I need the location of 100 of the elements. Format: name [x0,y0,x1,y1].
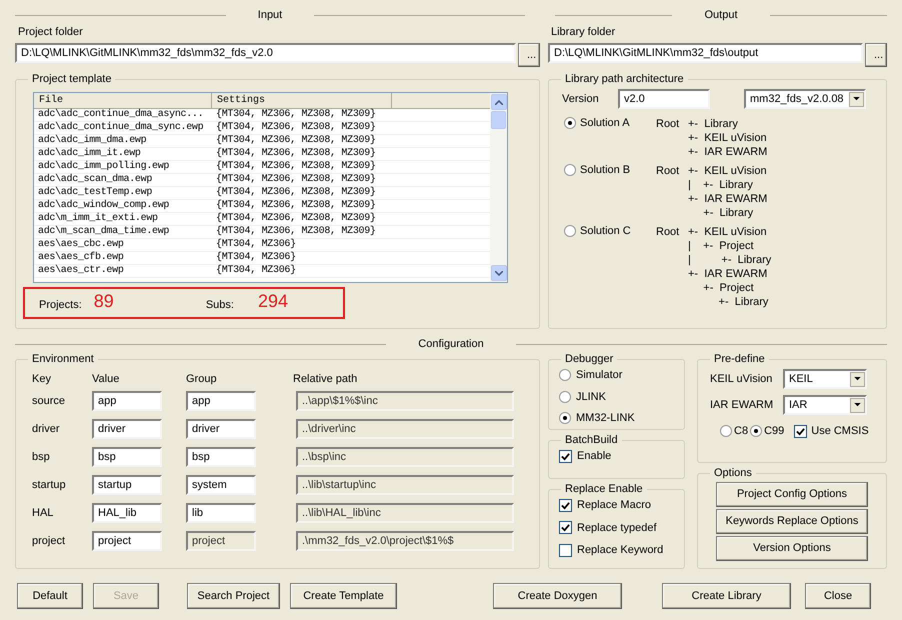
checkbox-label[interactable]: Enable [577,448,612,464]
radio-button[interactable] [750,425,762,438]
text-field[interactable]: D:\LQ\MLINK\GitMLINK\mm32_fds\output [548,43,863,63]
text-field[interactable]: startup [92,475,162,495]
text-field[interactable]: app [186,391,256,411]
tree-line: | +- Library [688,253,772,267]
table-cell-text: adc\adc_imm_dma.ewp [37,135,148,147]
button[interactable]: Close [805,583,871,609]
table-cell-text: {MT304, MZ306, MZ308, MZ309} [215,174,377,186]
scrollbar[interactable] [490,93,507,282]
text-field[interactable]: driver [186,419,256,439]
table-cell-text: aes\aes_ctr.ewp [37,265,125,277]
button[interactable]: Create Library [662,583,791,609]
checkbox-label[interactable]: Replace Macro [577,497,651,514]
button[interactable]: Default [17,583,83,609]
table-cell-text: adc\adc_imm_it.ewp [37,148,142,160]
text-field[interactable]: app [92,391,162,411]
table-cell-text: {MT304, MZ306, MZ308, MZ309} [215,187,377,199]
tree-line: +- IAR EWARM [688,192,768,206]
text-field[interactable]: ..\app\$1%$\inc [296,391,514,411]
options-button[interactable]: Project Config Options [716,482,868,507]
text-field[interactable]: D:\LQ\MLINK\GitMLINK\mm32_fds\mm32_fds_v2.0 [15,43,516,63]
dropdown-value: KEIL [788,372,814,387]
dropdown[interactable]: IAR [783,395,867,415]
dropdown[interactable]: KEIL [783,369,867,389]
button[interactable]: Create Template [290,583,397,609]
radio-label[interactable]: C99 [764,423,784,440]
group-title: Replace Enable [564,483,644,496]
group-title: Options [713,467,753,480]
button[interactable]: Create Doxygen [493,583,622,609]
text-field[interactable]: HAL_lib [92,503,162,523]
checkbox[interactable] [559,544,572,557]
table-cell-text: adc\adc_window_comp.ewp [37,200,170,212]
checkbox-label[interactable]: Replace Keyword [577,542,664,558]
section-title: Output [703,8,739,23]
table-cell-text: {MT304, MZ306, MZ308, MZ309} [215,122,377,134]
text-field[interactable]: driver [92,419,162,439]
radio-label[interactable]: Solution C [580,225,631,238]
tree-line: +- Project [702,281,755,295]
project-count: 89 [94,290,114,312]
checkbox-label[interactable]: Use CMSIS [811,423,869,440]
table-cell-text: adc\m_imm_it_exti.ewp [37,213,159,225]
count-label: Subs: [206,298,234,313]
radio-button[interactable] [720,425,732,438]
browse-button[interactable]: ... [865,43,887,67]
radio-label[interactable]: MM32-LINK [576,410,635,426]
env-key: startup [32,476,92,494]
text-field[interactable]: ..\driver\inc [296,419,514,439]
radio-label[interactable]: Solution B [580,164,630,177]
text-field[interactable]: lib [186,503,256,523]
field-label: KEIL uVision [710,372,774,387]
text-field[interactable]: ..\lib\HAL_lib\inc [296,503,514,523]
section-title: Input [256,8,284,23]
tree-line: +- KEIL uVision [688,164,768,178]
text-field[interactable]: project [92,531,162,551]
radio-label[interactable]: Simulator [576,367,622,384]
group-title: Environment [31,353,95,366]
options-button[interactable]: Version Options [716,536,868,561]
scroll-down-icon[interactable] [490,265,506,281]
table-cell-text: {MT304, MZ306, MZ308, MZ309} [215,109,377,121]
table-cell-text: adc\adc_continue_dma_sync.ewp [37,122,204,134]
radio-button[interactable] [564,164,576,176]
radio-button[interactable] [559,369,571,382]
dropdown[interactable]: mm32_fds_v2.0.08 [744,89,866,109]
group-title: Pre-define [713,353,766,366]
radio-button[interactable] [564,117,576,129]
text-field[interactable]: bsp [92,447,162,467]
text-field[interactable]: ..\bsp\inc [296,447,514,467]
text-field[interactable]: v2.0 [618,89,710,109]
scroll-thumb[interactable] [491,111,506,129]
checkbox[interactable] [559,450,572,463]
column-header: Relative path [293,372,358,387]
field-label: Version [562,92,600,107]
text-field[interactable]: ..\lib\startup\inc [296,475,514,495]
button[interactable]: Search Project [187,583,280,609]
radio-label[interactable]: JLINK [576,388,606,405]
tree-root: Root [656,225,680,240]
checkbox[interactable] [559,498,572,512]
tree-line: +- Library [702,206,754,220]
text-field[interactable]: system [186,475,256,495]
radio-label[interactable]: C8 [734,423,748,440]
checkbox[interactable] [794,424,808,438]
env-key: project [32,532,92,550]
radio-button[interactable] [564,225,576,237]
column-header[interactable]: Settings [212,93,392,108]
env-key: source [32,392,92,410]
column-header[interactable]: File [34,93,212,108]
radio-label[interactable]: Solution A [580,117,630,130]
count-label: Projects: [39,298,82,313]
text-field[interactable]: bsp [186,447,256,467]
checkbox[interactable] [559,521,572,534]
table-cell-text: adc\adc_continue_dma_async... [37,109,204,121]
options-button[interactable]: Keywords Replace Options [716,509,868,534]
radio-button[interactable] [559,412,571,424]
browse-button[interactable]: ... [518,43,540,67]
field-label: Project folder [18,26,84,39]
text-field[interactable]: .\mm32_fds_v2.0\project\$1%$ [296,531,514,551]
radio-button[interactable] [559,390,571,403]
scroll-up-icon[interactable] [490,94,506,110]
checkbox-label[interactable]: Replace typedef [577,520,656,536]
